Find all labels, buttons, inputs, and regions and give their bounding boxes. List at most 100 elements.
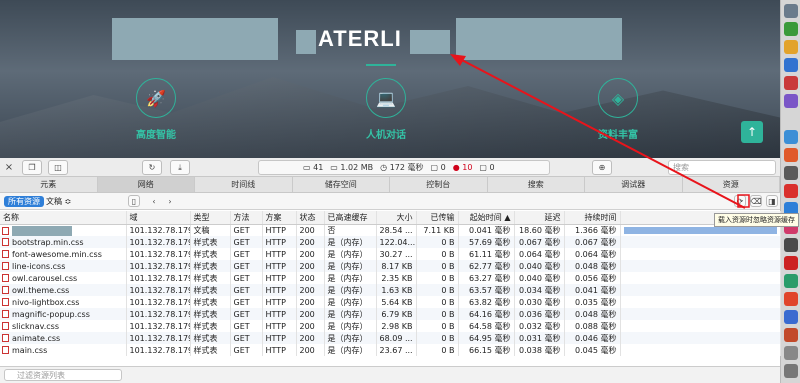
cell-cached: 是（内存） (324, 272, 377, 284)
dock-app-icon[interactable] (784, 364, 798, 378)
sidebar-toggle-icon[interactable]: ▯ (128, 195, 140, 207)
column-method[interactable]: 方法 (230, 211, 263, 225)
error-count[interactable]: ● 10 (453, 163, 473, 172)
tab-storage[interactable]: 储存空间 (293, 177, 390, 192)
cell-size: 1.63 KB (376, 284, 417, 296)
dock-app-icon[interactable] (784, 94, 798, 108)
dock-app-icon[interactable] (784, 166, 798, 180)
css-file-icon (2, 322, 9, 330)
cell-size: 28.54 ... (376, 224, 417, 236)
tooltip: 载入资源时忽略资源缓存 (714, 213, 799, 227)
dock-app-icon[interactable] (784, 292, 798, 306)
column-latency[interactable]: 延迟 (514, 211, 565, 225)
bottom-bar: 过滤资源列表 (0, 366, 780, 383)
table-row[interactable]: line-icons.css 101.132.78.179 样式表 GET HTTP 20… (0, 260, 781, 272)
undock-icon[interactable]: ❐ (22, 160, 42, 175)
close-icon[interactable]: × (4, 160, 14, 175)
column-scheme[interactable]: 方案 (262, 211, 297, 225)
cell-domain: 101.132.78.179 (126, 272, 191, 284)
cell-start-time: 64.95 毫秒 (458, 332, 515, 344)
cell-cached: 是（内存） (324, 296, 377, 308)
filter-resources-input[interactable]: 过滤资源列表 (4, 369, 122, 381)
cell-type: 样式表 (190, 260, 231, 272)
search-input[interactable]: 搜索 (668, 160, 776, 175)
table-row[interactable]: 101.132.78.179 文稿 GET HTTP 200 否 28.54 ... 7.11… (0, 224, 781, 236)
table-row[interactable]: slicknav.css 101.132.78.179 样式表 GET HTTP 200 是… (0, 320, 781, 332)
table-row[interactable]: main.css 101.132.78.179 样式表 GET HTTP 200 是（内存）… (0, 344, 781, 356)
dock-app-icon[interactable] (784, 40, 798, 54)
dock-app-icon[interactable] (784, 184, 798, 198)
download-icon[interactable]: ⤓ (170, 160, 190, 175)
dock-app-icon[interactable] (784, 58, 798, 72)
dock-app-icon[interactable] (784, 148, 798, 162)
dock-app-icon[interactable] (784, 22, 798, 36)
panel-toggle-icon[interactable]: ◨ (766, 195, 778, 207)
target-icon[interactable]: ⊕ (592, 160, 612, 175)
reload-icon[interactable]: ↻ (142, 160, 162, 175)
column-status[interactable]: 状态 (296, 211, 325, 225)
dock-app-icon[interactable] (784, 238, 798, 252)
tab-search[interactable]: 搜索 (488, 177, 585, 192)
column-start-time[interactable]: 起始时间 ▲ (458, 211, 515, 225)
network-table: 名称 域 类型 方法 方案 状态 已高速缓存 大小 已传输 起始时间 ▲ 延迟 … (0, 211, 781, 356)
table-row[interactable]: owl.carousel.css 101.132.78.179 样式表 GET HTTP… (0, 272, 781, 284)
cell-scheme: HTTP (262, 308, 297, 320)
cell-scheme: HTTP (262, 272, 297, 284)
column-domain[interactable]: 域 (126, 211, 191, 225)
all-resources-filter[interactable]: 所有资源 (4, 196, 44, 207)
table-row[interactable]: font-awesome.min.css 101.132.78.179 样式表 GET… (0, 248, 781, 260)
tab-resources[interactable]: 资源 (683, 177, 780, 192)
back-icon[interactable]: ‹ (148, 195, 160, 207)
dock-app-icon[interactable] (784, 274, 798, 288)
file-name: slicknav.css (12, 321, 60, 331)
dock-app-icon[interactable] (784, 328, 798, 342)
cell-domain: 101.132.78.179 (126, 308, 191, 320)
table-row[interactable]: magnific-popup.css 101.132.78.179 样式表 GET HT… (0, 308, 781, 320)
column-type[interactable]: 类型 (190, 211, 231, 225)
cell-cached: 是（内存） (324, 308, 377, 320)
table-row[interactable]: animate.css 101.132.78.179 样式表 GET HTTP 200 是（… (0, 332, 781, 344)
cell-status: 200 (296, 344, 325, 356)
warning-count[interactable]: ▢ 0 (431, 163, 446, 172)
dock-app-icon[interactable] (784, 256, 798, 270)
css-file-icon (2, 262, 9, 270)
ignore-cache-icon[interactable]: ⟳ (734, 195, 746, 207)
column-cached[interactable]: 已高速缓存 (324, 211, 377, 225)
forward-icon[interactable]: › (164, 195, 176, 207)
cell-scheme: HTTP (262, 320, 297, 332)
dock-app-icon[interactable] (784, 76, 798, 90)
dock-app-icon[interactable] (784, 4, 798, 18)
column-name[interactable]: 名称 (0, 211, 127, 225)
tab-debugger[interactable]: 调试器 (585, 177, 683, 192)
cell-start-time: 63.27 毫秒 (458, 272, 515, 284)
cell-domain: 101.132.78.179 (126, 260, 191, 272)
tab-console[interactable]: 控制台 (390, 177, 488, 192)
dock-app-icon[interactable] (784, 346, 798, 360)
cell-waterfall (620, 236, 781, 248)
table-row[interactable]: owl.theme.css 101.132.78.179 样式表 GET HTTP 200… (0, 284, 781, 296)
column-duration[interactable]: 持续时间 (564, 211, 621, 225)
cell-scheme: HTTP (262, 284, 297, 296)
split-icon[interactable]: ◫ (48, 160, 68, 175)
log-count[interactable]: ▢ 0 (479, 163, 494, 172)
dock-app-icon[interactable] (784, 310, 798, 324)
file-name: line-icons.css (12, 261, 66, 271)
tab-elements[interactable]: 元素 (0, 177, 98, 192)
tab-network[interactable]: 网络 (97, 177, 195, 192)
feature-label: 人机对话 (366, 130, 406, 141)
cell-latency: 0.034 毫秒 (514, 284, 565, 296)
dock-app-icon[interactable] (784, 130, 798, 144)
cell-transferred: 0 B (416, 332, 459, 344)
css-file-icon (2, 274, 9, 282)
clear-icon[interactable]: ⌫ (750, 195, 762, 207)
column-transferred[interactable]: 已传输 (416, 211, 459, 225)
table-row[interactable]: bootstrap.min.css 101.132.78.179 样式表 GET HTT… (0, 236, 781, 248)
table-row[interactable]: nivo-lightbox.css 101.132.78.179 样式表 GET HTT… (0, 296, 781, 308)
column-size[interactable]: 大小 (376, 211, 417, 225)
page-size: ▭ 1.02 MB (330, 163, 374, 172)
scroll-top-button[interactable]: ↑ (741, 121, 763, 143)
cell-size: 68.09 ... (376, 332, 417, 344)
document-type-select[interactable]: 文稿 ≎ (46, 196, 71, 207)
tab-timeline[interactable]: 时间线 (195, 177, 293, 192)
cell-status: 200 (296, 260, 325, 272)
